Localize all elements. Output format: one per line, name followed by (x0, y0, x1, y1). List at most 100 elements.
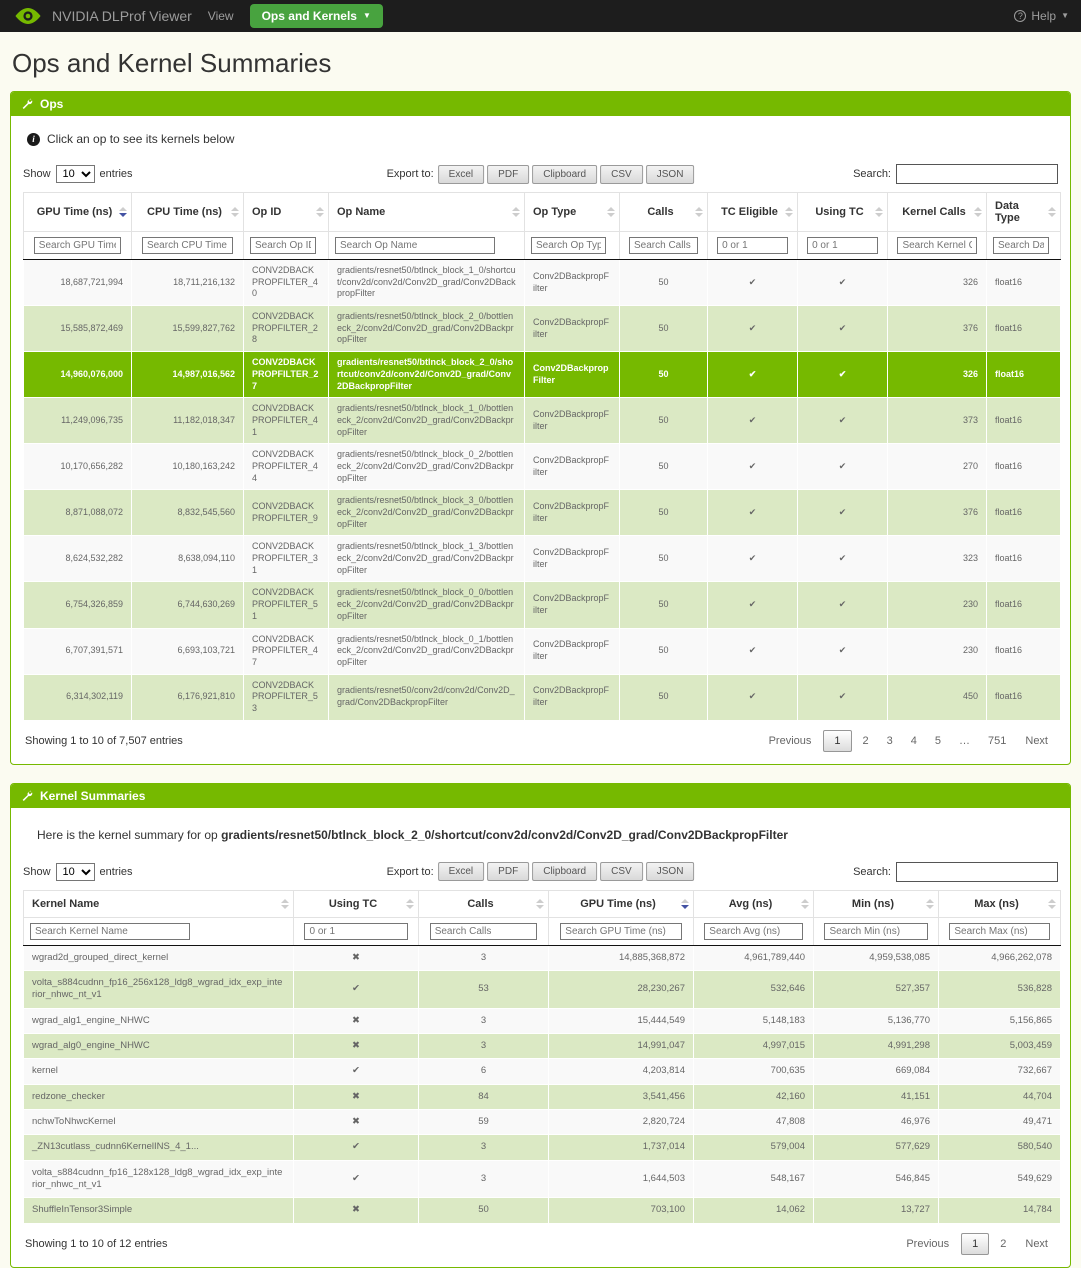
column-header-data_type[interactable]: Data Type (987, 193, 1061, 232)
export-json-button[interactable]: JSON (646, 862, 695, 881)
filter-input-using_tc[interactable] (304, 923, 407, 940)
cell-cpu_time: 15,599,827,762 (132, 306, 244, 352)
table-row[interactable]: 6,314,302,1196,176,921,810CONV2DBACKPROP… (24, 674, 1061, 720)
column-header-max[interactable]: Max (ns) (939, 890, 1061, 917)
column-header-min[interactable]: Min (ns) (814, 890, 939, 917)
column-header-op_name[interactable]: Op Name (329, 193, 525, 232)
pagination-next[interactable]: Next (1017, 1234, 1056, 1254)
kernel-panel-title: Kernel Summaries (40, 789, 145, 803)
cell-op_id: CONV2DBACKPROPFILTER_53 (244, 674, 329, 720)
cell-op_type: Conv2DBackpropFilter (525, 398, 620, 444)
column-header-cpu_time[interactable]: CPU Time (ns) (132, 193, 244, 232)
column-header-tc_eligible[interactable]: TC Eligible (708, 193, 798, 232)
cell-using_tc: ✔ (798, 444, 888, 490)
ops-entries-select[interactable]: 10 (56, 165, 95, 183)
filter-input-min[interactable] (824, 923, 927, 940)
filter-input-tc_eligible[interactable] (717, 237, 788, 254)
cell-avg: 4,997,015 (694, 1034, 814, 1059)
search-label: Search: (853, 866, 891, 878)
cell-gpu_time: 6,754,326,859 (24, 582, 132, 628)
filter-input-calls[interactable] (430, 923, 538, 940)
pagination-page-2[interactable]: 2 (993, 1234, 1013, 1254)
cell-gpu_time: 15,444,549 (549, 1008, 694, 1033)
column-header-kernel_calls[interactable]: Kernel Calls (888, 193, 987, 232)
cell-calls: 50 (620, 536, 708, 582)
export-json-button[interactable]: JSON (646, 165, 695, 184)
help-label: Help (1031, 9, 1056, 23)
export-excel-button[interactable]: Excel (438, 862, 484, 881)
table-row: volta_s884cudnn_fp16_256x128_ldg8_wgrad_… (24, 970, 1061, 1008)
cell-using_tc: ✔ (294, 970, 419, 1008)
column-label: GPU Time (ns) (580, 898, 656, 910)
nav-item-view[interactable]: View (208, 9, 234, 23)
column-header-using_tc[interactable]: Using TC (798, 193, 888, 232)
pagination-page-3[interactable]: 3 (880, 731, 900, 751)
export-pdf-button[interactable]: PDF (487, 165, 529, 184)
table-row[interactable]: 18,687,721,99418,711,216,132CONV2DBACKPR… (24, 260, 1061, 306)
table-row[interactable]: 11,249,096,73511,182,018,347CONV2DBACKPR… (24, 398, 1061, 444)
pagination-page-5[interactable]: 5 (928, 731, 948, 751)
cell-min: 4,991,298 (814, 1034, 939, 1059)
table-row[interactable]: 10,170,656,28210,180,163,242CONV2DBACKPR… (24, 444, 1061, 490)
nav-item-ops-and-kernels[interactable]: Ops and Kernels ▼ (250, 4, 383, 28)
export-csv-button[interactable]: CSV (600, 862, 643, 881)
table-row[interactable]: 8,624,532,2828,638,094,110CONV2DBACKPROP… (24, 536, 1061, 582)
cell-kernel_name: wgrad2d_grouped_direct_kernel (24, 945, 294, 970)
cell-using_tc: ✔ (294, 1160, 419, 1198)
filter-input-cpu_time[interactable] (142, 237, 233, 254)
filter-input-gpu_time[interactable] (560, 923, 681, 940)
export-clipboard-button[interactable]: Clipboard (532, 165, 597, 184)
column-header-avg[interactable]: Avg (ns) (694, 890, 814, 917)
pagination-page-1[interactable]: 1 (961, 1233, 989, 1255)
sort-icon (1048, 207, 1056, 217)
export-csv-button[interactable]: CSV (600, 165, 643, 184)
cell-avg: 14,062 (694, 1198, 814, 1223)
column-header-gpu_time[interactable]: GPU Time (ns) (549, 890, 694, 917)
column-header-calls[interactable]: Calls (419, 890, 549, 917)
pagination-previous[interactable]: Previous (761, 731, 820, 751)
export-excel-button[interactable]: Excel (438, 165, 484, 184)
column-header-kernel_name[interactable]: Kernel Name (24, 890, 294, 917)
pagination-page-1[interactable]: 1 (823, 730, 851, 752)
nav-item-help[interactable]: ? Help ▼ (1014, 9, 1069, 23)
column-header-using_tc[interactable]: Using TC (294, 890, 419, 917)
filter-input-kernel_name[interactable] (30, 923, 190, 940)
cell-op_type: Conv2DBackpropFilter (525, 490, 620, 536)
filter-input-calls[interactable] (629, 237, 698, 254)
filter-input-using_tc[interactable] (807, 237, 878, 254)
cell-calls: 50 (419, 1198, 549, 1223)
column-header-gpu_time[interactable]: GPU Time (ns) (24, 193, 132, 232)
filter-input-avg[interactable] (704, 923, 802, 940)
cell-using_tc: ✔ (294, 1135, 419, 1160)
export-clipboard-button[interactable]: Clipboard (532, 862, 597, 881)
export-pdf-button[interactable]: PDF (487, 862, 529, 881)
table-row[interactable]: 6,754,326,8596,744,630,269CONV2DBACKPROP… (24, 582, 1061, 628)
kernel-search-input[interactable] (896, 862, 1058, 882)
pagination-previous[interactable]: Previous (898, 1234, 957, 1254)
filter-input-data_type[interactable] (993, 237, 1049, 254)
cell-kernel_calls: 326 (888, 352, 987, 398)
pagination-next[interactable]: Next (1017, 731, 1056, 751)
cell-min: 46,976 (814, 1110, 939, 1135)
filter-input-op_id[interactable] (250, 237, 316, 254)
table-row[interactable]: 6,707,391,5716,693,103,721CONV2DBACKPROP… (24, 628, 1061, 674)
pagination-page-4[interactable]: 4 (904, 731, 924, 751)
column-header-calls[interactable]: Calls (620, 193, 708, 232)
table-row[interactable]: 14,960,076,00014,987,016,562CONV2DBACKPR… (24, 352, 1061, 398)
pagination-page-751[interactable]: 751 (981, 731, 1013, 751)
table-row[interactable]: 15,585,872,46915,599,827,762CONV2DBACKPR… (24, 306, 1061, 352)
kernel-entries-select[interactable]: 10 (56, 863, 95, 881)
filter-input-op_name[interactable] (335, 237, 495, 254)
cell-max: 5,003,459 (939, 1034, 1061, 1059)
cell-min: 546,845 (814, 1160, 939, 1198)
cell-kernel_name: kernel (24, 1059, 294, 1084)
pagination-page-2[interactable]: 2 (856, 731, 876, 751)
filter-input-gpu_time[interactable] (34, 237, 121, 254)
column-header-op_id[interactable]: Op ID (244, 193, 329, 232)
filter-input-op_type[interactable] (531, 237, 606, 254)
filter-input-kernel_calls[interactable] (897, 237, 976, 254)
ops-search-input[interactable] (896, 164, 1058, 184)
column-header-op_type[interactable]: Op Type (525, 193, 620, 232)
filter-input-max[interactable] (949, 923, 1049, 940)
table-row[interactable]: 8,871,088,0728,832,545,560CONV2DBACKPROP… (24, 490, 1061, 536)
